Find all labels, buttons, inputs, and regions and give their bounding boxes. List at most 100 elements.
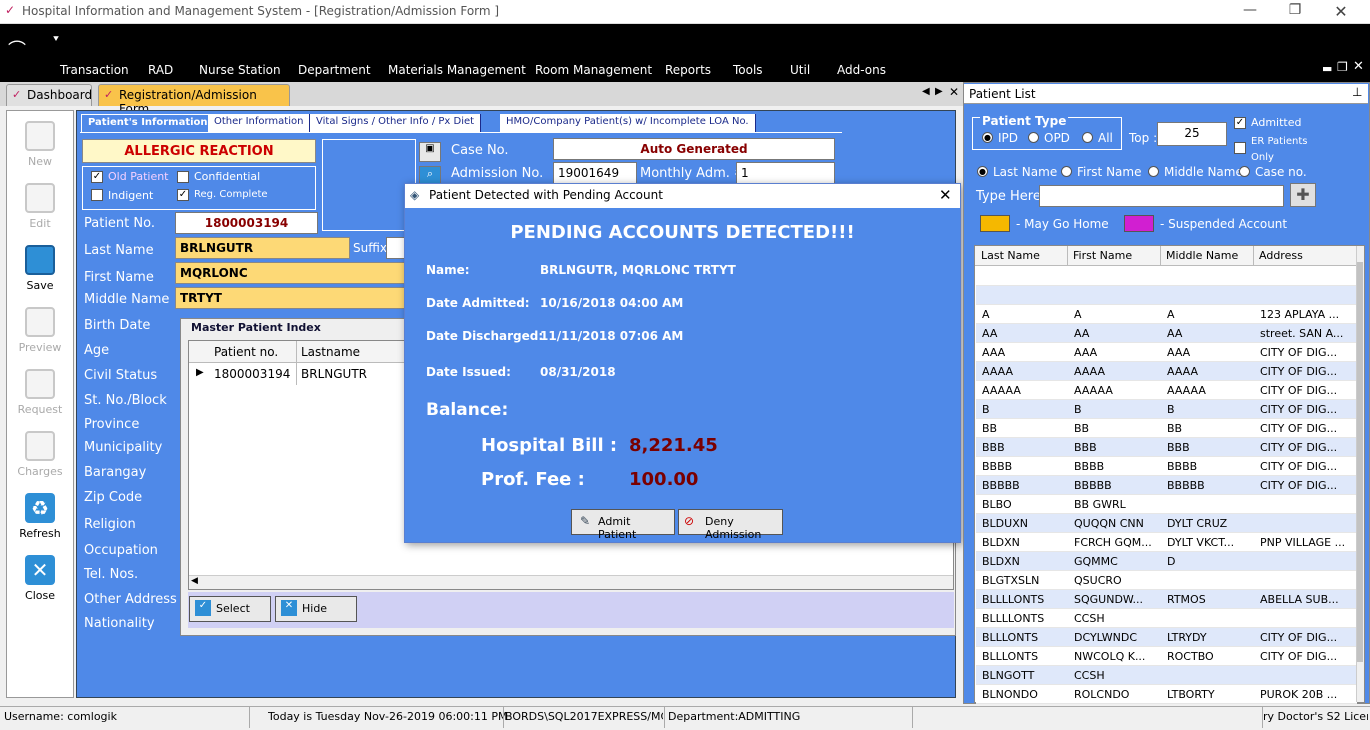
row-first-name[interactable]: BBBBB bbox=[1074, 479, 1158, 492]
old-patient-checkbox[interactable]: ✓ bbox=[91, 171, 103, 183]
row-last-name[interactable]: BLLLONTS bbox=[982, 631, 1066, 644]
allergic-reaction-banner[interactable]: ALLERGIC REACTION bbox=[82, 139, 316, 163]
menu-room-management[interactable]: Room Management bbox=[535, 63, 652, 77]
row-last-name[interactable]: A bbox=[982, 308, 1066, 321]
row-middle-name[interactable]: AA bbox=[1167, 327, 1251, 340]
row-middle-name[interactable]: BBBBB bbox=[1167, 479, 1251, 492]
mpi-col-lastname[interactable]: Lastname bbox=[301, 345, 360, 359]
row-first-name[interactable]: AA bbox=[1074, 327, 1158, 340]
col-first-name[interactable]: First Name bbox=[1073, 249, 1132, 262]
patient-list-row[interactable]: BLNONDO ROLCNDO LTBORTY PUROK 20B ... bbox=[976, 685, 1357, 704]
patient-list-row[interactable]: A A A 123 APLAYA ... bbox=[976, 305, 1357, 324]
opd-radio[interactable] bbox=[1028, 132, 1039, 143]
row-first-name[interactable]: CCSH bbox=[1074, 612, 1158, 625]
search-first-name-radio[interactable] bbox=[1061, 166, 1072, 177]
row-address[interactable]: PUROK 20B ... bbox=[1260, 688, 1350, 701]
row-last-name[interactable]: BBB bbox=[982, 441, 1066, 454]
row-first-name[interactable]: BB bbox=[1074, 422, 1158, 435]
close-window-button[interactable]: ✕ bbox=[1331, 2, 1351, 21]
row-first-name[interactable]: AAAAA bbox=[1074, 384, 1158, 397]
col-address[interactable]: Address bbox=[1259, 249, 1303, 262]
search-middle-name-radio[interactable] bbox=[1148, 166, 1159, 177]
row-middle-name[interactable]: BB bbox=[1167, 422, 1251, 435]
row-last-name[interactable]: BLLLLONTS bbox=[982, 593, 1066, 606]
patient-list-row[interactable]: AAA AAA AAA CITY OF DIG... bbox=[976, 343, 1357, 362]
row-last-name[interactable]: BLDXN bbox=[982, 555, 1066, 568]
all-radio[interactable] bbox=[1082, 132, 1093, 143]
patient-list-row[interactable]: BB BB BB CITY OF DIG... bbox=[976, 419, 1357, 438]
row-last-name[interactable]: BLBO bbox=[982, 498, 1066, 511]
row-address[interactable]: CITY OF DIG... bbox=[1260, 422, 1350, 435]
patient-list-row[interactable]: BBBBB BBBBB BBBBB CITY OF DIG... bbox=[976, 476, 1357, 495]
row-last-name[interactable]: BBBB bbox=[982, 460, 1066, 473]
row-middle-name[interactable]: D bbox=[1167, 555, 1251, 568]
row-first-name[interactable]: A bbox=[1074, 308, 1158, 321]
patient-list-row[interactable]: BLGTXSLN QSUCRO bbox=[976, 571, 1357, 590]
charges-button[interactable]: Charges bbox=[7, 431, 73, 478]
row-first-name[interactable]: AAAA bbox=[1074, 365, 1158, 378]
row-last-name[interactable]: BLLLLONTS bbox=[982, 612, 1066, 625]
tab-other-information[interactable]: Other Information bbox=[208, 114, 311, 132]
patient-list-row[interactable]: BLNGOTT CCSH bbox=[976, 666, 1357, 685]
col-last-name[interactable]: Last Name bbox=[981, 249, 1040, 262]
patient-list-row[interactable]: BLLLLONTS SQGUNDW... RTMOS ABELLA SUB... bbox=[976, 590, 1357, 609]
menu-reports[interactable]: Reports bbox=[665, 63, 711, 77]
reg-complete-checkbox[interactable]: ✓ bbox=[177, 189, 189, 201]
middle-name-field[interactable]: TRTYT bbox=[175, 287, 405, 309]
tab-registration[interactable]: ✓ Registration/Admission Form bbox=[98, 84, 290, 116]
search-last-name-radio[interactable]: ● bbox=[977, 166, 988, 177]
tab-dashboard[interactable]: ✓ Dashboard bbox=[6, 84, 92, 106]
row-first-name[interactable]: CCSH bbox=[1074, 669, 1158, 682]
col-middle-name[interactable]: Middle Name bbox=[1166, 249, 1238, 262]
mpi-horizontal-scrollbar[interactable] bbox=[189, 575, 953, 589]
row-first-name[interactable]: DCYLWNDC bbox=[1074, 631, 1158, 644]
row-address[interactable]: CITY OF DIG... bbox=[1260, 384, 1350, 397]
row-last-name[interactable]: BLGTXSLN bbox=[982, 574, 1066, 587]
tab-patient-information[interactable]: Patient's Information bbox=[81, 114, 215, 132]
mdi-restore-button[interactable]: ❐ bbox=[1337, 60, 1348, 74]
menu-transaction[interactable]: Transaction bbox=[60, 63, 129, 77]
row-middle-name[interactable]: AAA bbox=[1167, 346, 1251, 359]
indigent-checkbox[interactable] bbox=[91, 189, 103, 201]
confidential-checkbox[interactable] bbox=[177, 171, 189, 183]
menu-tools[interactable]: Tools bbox=[733, 63, 763, 77]
patient-list-row[interactable]: BLDUXN QUQQN CNN DYLT CRUZ bbox=[976, 514, 1357, 533]
add-icon[interactable]: ✚ bbox=[1290, 183, 1316, 207]
row-first-name[interactable]: GQMMC bbox=[1074, 555, 1158, 568]
top-field[interactable]: 25 bbox=[1157, 122, 1227, 146]
row-first-name[interactable]: QUQQN CNN bbox=[1074, 517, 1158, 530]
patient-list-row[interactable]: BLBO BB GWRL bbox=[976, 495, 1357, 514]
row-middle-name[interactable]: LTRYDY bbox=[1167, 631, 1251, 644]
patient-list-row[interactable]: AA AA AA street. SAN A... bbox=[976, 324, 1357, 343]
row-last-name[interactable]: BLLLONTS bbox=[982, 650, 1066, 663]
menu-rad[interactable]: RAD bbox=[148, 63, 173, 77]
row-last-name[interactable]: BLNGOTT bbox=[982, 669, 1066, 682]
menu-department[interactable]: Department bbox=[298, 63, 371, 77]
row-last-name[interactable]: B bbox=[982, 403, 1066, 416]
search-case-no-radio[interactable] bbox=[1239, 166, 1250, 177]
scroll-left-icon[interactable]: ◀ bbox=[191, 576, 198, 586]
row-last-name[interactable]: BLDXN bbox=[982, 536, 1066, 549]
patient-list-row[interactable]: BLLLONTS DCYLWNDC LTRYDY CITY OF DIG... bbox=[976, 628, 1357, 647]
preview-button[interactable]: Preview bbox=[7, 307, 73, 354]
pin-icon[interactable]: ⊥ bbox=[1352, 85, 1362, 99]
dialog-close-icon[interactable]: ✕ bbox=[939, 186, 952, 204]
row-last-name[interactable]: BLDUXN bbox=[982, 517, 1066, 530]
row-first-name[interactable]: BBBB bbox=[1074, 460, 1158, 473]
row-middle-name[interactable]: LTBORTY bbox=[1167, 688, 1251, 701]
menu-add-ons[interactable]: Add-ons bbox=[837, 63, 886, 77]
row-address[interactable]: CITY OF DIG... bbox=[1260, 346, 1350, 359]
patient-list-row[interactable]: BLDXN GQMMC D bbox=[976, 552, 1357, 571]
row-last-name[interactable]: BBBBB bbox=[982, 479, 1066, 492]
edit-button[interactable]: Edit bbox=[7, 183, 73, 230]
row-address[interactable]: 123 APLAYA ... bbox=[1260, 308, 1350, 321]
request-button[interactable]: Request bbox=[7, 369, 73, 416]
row-last-name[interactable]: AA bbox=[982, 327, 1066, 340]
patient-list-row[interactable]: BBB BBB BBB CITY OF DIG... bbox=[976, 438, 1357, 457]
row-first-name[interactable]: BB GWRL bbox=[1074, 498, 1158, 511]
row-address[interactable]: ABELLA SUB... bbox=[1260, 593, 1350, 606]
tab-close-icon[interactable]: ✕ bbox=[949, 85, 959, 99]
patient-list-row[interactable] bbox=[976, 286, 1357, 305]
ipd-radio[interactable]: ● bbox=[982, 132, 993, 143]
row-middle-name[interactable]: AAAA bbox=[1167, 365, 1251, 378]
